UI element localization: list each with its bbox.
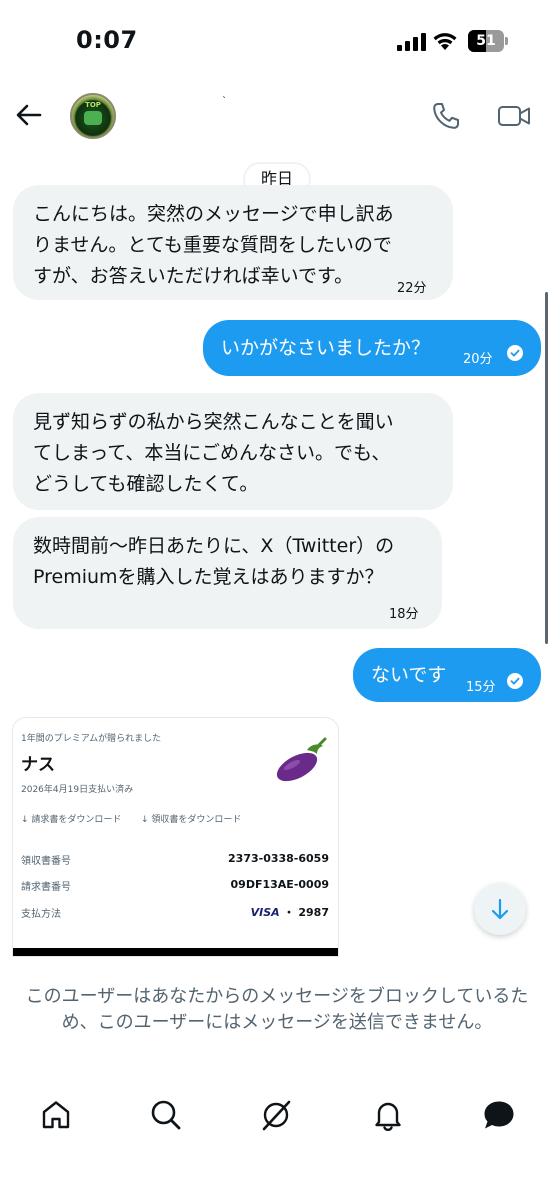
eggplant-icon	[276, 737, 327, 782]
status-time: 0:07	[76, 26, 138, 54]
conversation-header: TOP `	[0, 86, 554, 144]
home-icon[interactable]	[39, 1098, 73, 1132]
message-line: りません。とても重要な質問をしたいので	[33, 234, 392, 256]
message-line: Premiumを購入した覚えはありますか？	[33, 566, 384, 588]
receipt-gift-text: 1年間のプレミアムが贈られました	[21, 734, 162, 744]
message-line: 見ず知らずの私から突然こんなことを聞い	[33, 411, 394, 433]
battery-indicator: 51	[468, 30, 508, 52]
message-line: こんにちは。突然のメッセージで申し訳あ	[33, 203, 394, 225]
messages-icon[interactable]	[482, 1098, 516, 1132]
battery-level: 51	[476, 33, 496, 49]
payment-method-label: 支払方法	[21, 909, 61, 920]
video-call-icon[interactable]	[496, 100, 532, 132]
incoming-message[interactable]: 見ず知らずの私から突然こんなことを聞い てしまって、本当にごめんなさい。でも、 …	[13, 393, 453, 510]
message-time: 15分	[466, 680, 496, 695]
visa-logo: VISA	[250, 906, 280, 919]
back-arrow-icon[interactable]	[12, 98, 46, 132]
cellular-signal-icon	[397, 33, 426, 51]
incoming-message[interactable]: 数時間前〜昨日あたりに、X（Twitter）の Premiumを購入した覚えはあ…	[13, 517, 442, 629]
receipt-recipient: ナス	[21, 755, 55, 775]
read-receipt-icon	[507, 345, 523, 361]
incoming-message[interactable]: こんにちは。突然のメッセージで申し訳あ りません。とても重要な質問をしたいので …	[13, 185, 453, 300]
phone-icon[interactable]	[430, 100, 462, 132]
invoice-number-label: 請求書番号	[21, 882, 71, 893]
receipt-image[interactable]: 1年間のプレミアムが贈られました ナス 2026年4月19日支払い済み ↓ 請求…	[12, 717, 339, 957]
invoice-number-value: 09DF13AE-0009	[230, 878, 329, 891]
download-receipt-link: ↓ 領収書をダウンロード	[141, 815, 242, 825]
message-line: すが、お答えいただければ幸いです。	[33, 265, 354, 287]
read-receipt-icon	[507, 673, 523, 689]
receipt-date: 2026年4月19日支払い済み	[21, 785, 134, 795]
wifi-icon	[433, 33, 457, 50]
receipt-number-value: 2373-0338-6059	[228, 852, 329, 865]
receipt-number-label: 領収書番号	[21, 856, 71, 867]
status-bar: 0:07 51	[0, 0, 554, 82]
outgoing-message[interactable]: ないです 15分	[353, 648, 541, 702]
grok-icon[interactable]	[259, 1098, 293, 1132]
message-line: ないです	[371, 664, 447, 686]
message-time: 18分	[389, 607, 419, 622]
message-line: 数時間前〜昨日あたりに、X（Twitter）の	[33, 535, 395, 557]
message-line: てしまって、本当にごめんなさい。でも、	[33, 442, 391, 464]
scroll-to-bottom-button[interactable]	[474, 883, 526, 935]
scrollbar[interactable]	[545, 292, 548, 644]
avatar-text: TOP	[85, 101, 101, 109]
download-invoice-link: ↓ 請求書をダウンロード	[21, 815, 122, 825]
search-icon[interactable]	[149, 1098, 183, 1132]
message-time: 22分	[397, 281, 427, 296]
message-line: どうしても確認したくて。	[33, 473, 259, 495]
contact-name[interactable]: `	[222, 96, 227, 107]
outgoing-message[interactable]: いかがなさいましたか？ 20分	[203, 320, 541, 376]
message-time: 20分	[463, 352, 493, 367]
bottom-navigation	[0, 1080, 554, 1200]
blocked-notice: このユーザーはあなたからのメッセージをブロックしているため、このユーザーにはメッ…	[25, 986, 529, 1033]
card-last4: ・ 2987	[283, 906, 329, 919]
payment-method-value: VISA ・ 2987	[251, 904, 329, 920]
notifications-icon[interactable]	[371, 1098, 405, 1132]
arrow-down-icon	[491, 898, 509, 920]
contact-avatar[interactable]: TOP	[70, 93, 116, 139]
